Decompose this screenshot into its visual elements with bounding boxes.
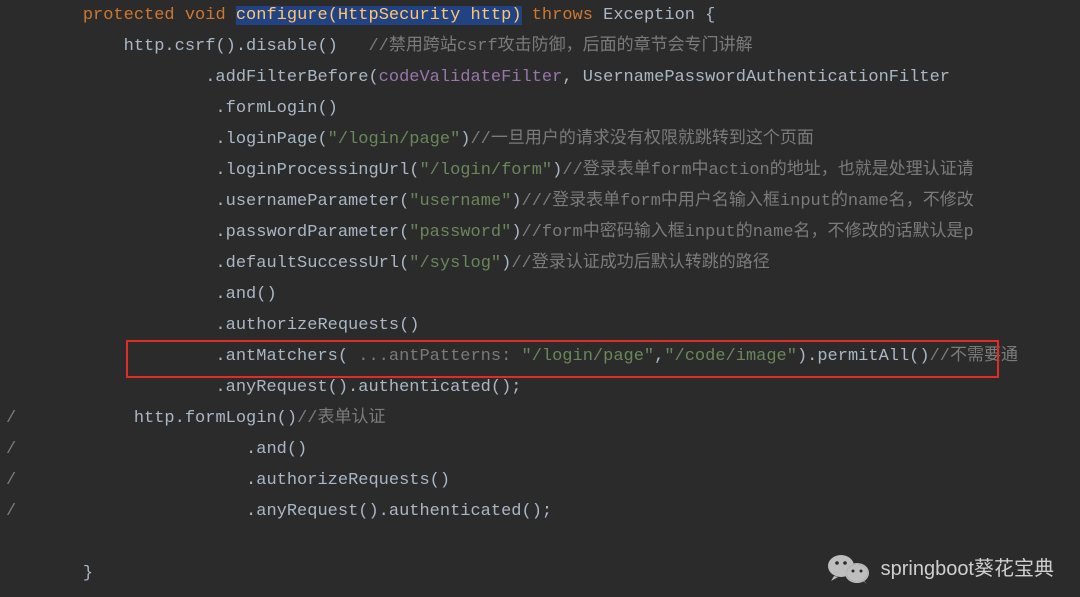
token-st: "/login/form" xyxy=(419,161,552,180)
code-line[interactable]: .passwordParameter("password")//form中密码输… xyxy=(0,217,1080,248)
code-line[interactable]: .authorizeRequests() xyxy=(0,310,1080,341)
token-kw: throws xyxy=(532,6,593,25)
token-pr: ) xyxy=(501,254,511,273)
gutter-slash: / xyxy=(6,496,16,527)
code-line[interactable]: .defaultSuccessUrl("/syslog")//登录认证成功后默认… xyxy=(0,248,1080,279)
token-st: "/login/page" xyxy=(328,130,461,149)
code-line[interactable]: .and() / xyxy=(0,434,1080,465)
watermark: springboot葵花宝典 xyxy=(827,553,1054,585)
token-pr: ).permitAll() xyxy=(797,347,930,366)
code-line[interactable]: .anyRequest().authenticated(); / xyxy=(0,496,1080,527)
code-line[interactable]: .addFilterBefore(codeValidateFilter, Use… xyxy=(0,62,1080,93)
gutter-slash: / xyxy=(6,403,16,434)
code-line[interactable]: .antMatchers( ...antPatterns: "/login/pa… xyxy=(0,341,1080,372)
token-hl: configure xyxy=(236,6,328,25)
token-pr: , UsernamePasswordAuthenticationFilter xyxy=(562,68,950,87)
gutter-slash: / xyxy=(6,465,16,496)
token-kw: protected xyxy=(83,6,185,25)
token-hint: ...antPatterns: xyxy=(358,347,521,366)
token-pr: , xyxy=(654,347,664,366)
token-st: "/syslog" xyxy=(409,254,501,273)
token-pr: ) xyxy=(460,130,470,149)
code-line[interactable]: .anyRequest().authenticated(); xyxy=(0,372,1080,403)
token-pr: ) xyxy=(511,192,521,211)
token-pr: } xyxy=(83,564,93,583)
code-line[interactable]: .loginProcessingUrl("/login/form")//登录表单… xyxy=(0,155,1080,186)
token-pr: http.formLogin() xyxy=(124,409,297,428)
code-line[interactable]: .authorizeRequests() / xyxy=(0,465,1080,496)
token-pr xyxy=(522,6,532,25)
token-cm: //登录认证成功后默认转跳的路径 xyxy=(511,254,769,273)
token-pr: .authorizeRequests() xyxy=(246,471,450,490)
token-pr: ) xyxy=(552,161,562,180)
token-pp: codeValidateFilter xyxy=(379,68,563,87)
token-st: "/login/page" xyxy=(522,347,655,366)
gutter-slash: / xyxy=(6,434,16,465)
code-area[interactable]: protected void configure(HttpSecurity ht… xyxy=(0,0,1080,597)
token-pr: .loginProcessingUrl( xyxy=(205,161,419,180)
token-cm: //一旦用户的请求没有权限就跳转到这个页面 xyxy=(470,130,813,149)
token-cm: ///登录表单form中用户名输入框input的name名，不修改 xyxy=(522,192,974,211)
token-pr: http.csrf().disable() xyxy=(124,37,369,56)
token-pr: .formLogin() xyxy=(205,99,338,118)
code-editor[interactable]: protected void configure(HttpSecurity ht… xyxy=(0,0,1080,597)
watermark-text: springboot葵花宝典 xyxy=(881,554,1054,585)
token-pr: .defaultSuccessUrl( xyxy=(205,254,409,273)
token-cm: //不需要通 xyxy=(930,347,1018,366)
token-pr: Exception { xyxy=(593,6,715,25)
token-cm: //form中密码输入框input的name名，不修改的话默认是p xyxy=(522,223,974,242)
token-pr: .passwordParameter( xyxy=(205,223,409,242)
code-line[interactable]: .usernameParameter("username")///登录表单for… xyxy=(0,186,1080,217)
token-cm: //登录表单form中action的地址，也就是处理认证请 xyxy=(562,161,973,180)
code-line[interactable]: http.csrf().disable() //禁用跨站csrf攻击防御，后面的… xyxy=(0,31,1080,62)
token-pr: .anyRequest().authenticated(); xyxy=(205,378,521,397)
code-line[interactable]: .loginPage("/login/page")//一旦用户的请求没有权限就跳… xyxy=(0,124,1080,155)
token-pr: .addFilterBefore( xyxy=(205,68,378,87)
token-pr: .antMatchers( xyxy=(205,347,358,366)
wechat-icon xyxy=(827,553,871,585)
code-line[interactable]: protected void configure(HttpSecurity ht… xyxy=(0,0,1080,31)
code-line[interactable]: .and() xyxy=(0,279,1080,310)
token-pr: .and() xyxy=(205,285,276,304)
token-pr: .loginPage( xyxy=(205,130,327,149)
token-st: "password" xyxy=(409,223,511,242)
token-st: "username" xyxy=(409,192,511,211)
code-line[interactable]: .formLogin() xyxy=(0,93,1080,124)
token-cm: //禁用跨站csrf攻击防御，后面的章节会专门讲解 xyxy=(368,37,752,56)
token-pr: .and() xyxy=(246,440,307,459)
token-pr: ) xyxy=(511,223,521,242)
token-pr: .anyRequest().authenticated(); xyxy=(246,502,552,521)
token-st: "/code/image" xyxy=(664,347,797,366)
token-pr: .usernameParameter( xyxy=(205,192,409,211)
token-hl: (HttpSecurity http) xyxy=(328,6,522,25)
token-cm: //表单认证 xyxy=(297,409,385,428)
token-kw: void xyxy=(185,6,236,25)
code-line[interactable]: http.formLogin()//表单认证 / xyxy=(0,403,1080,434)
token-pr: .authorizeRequests() xyxy=(205,316,419,335)
